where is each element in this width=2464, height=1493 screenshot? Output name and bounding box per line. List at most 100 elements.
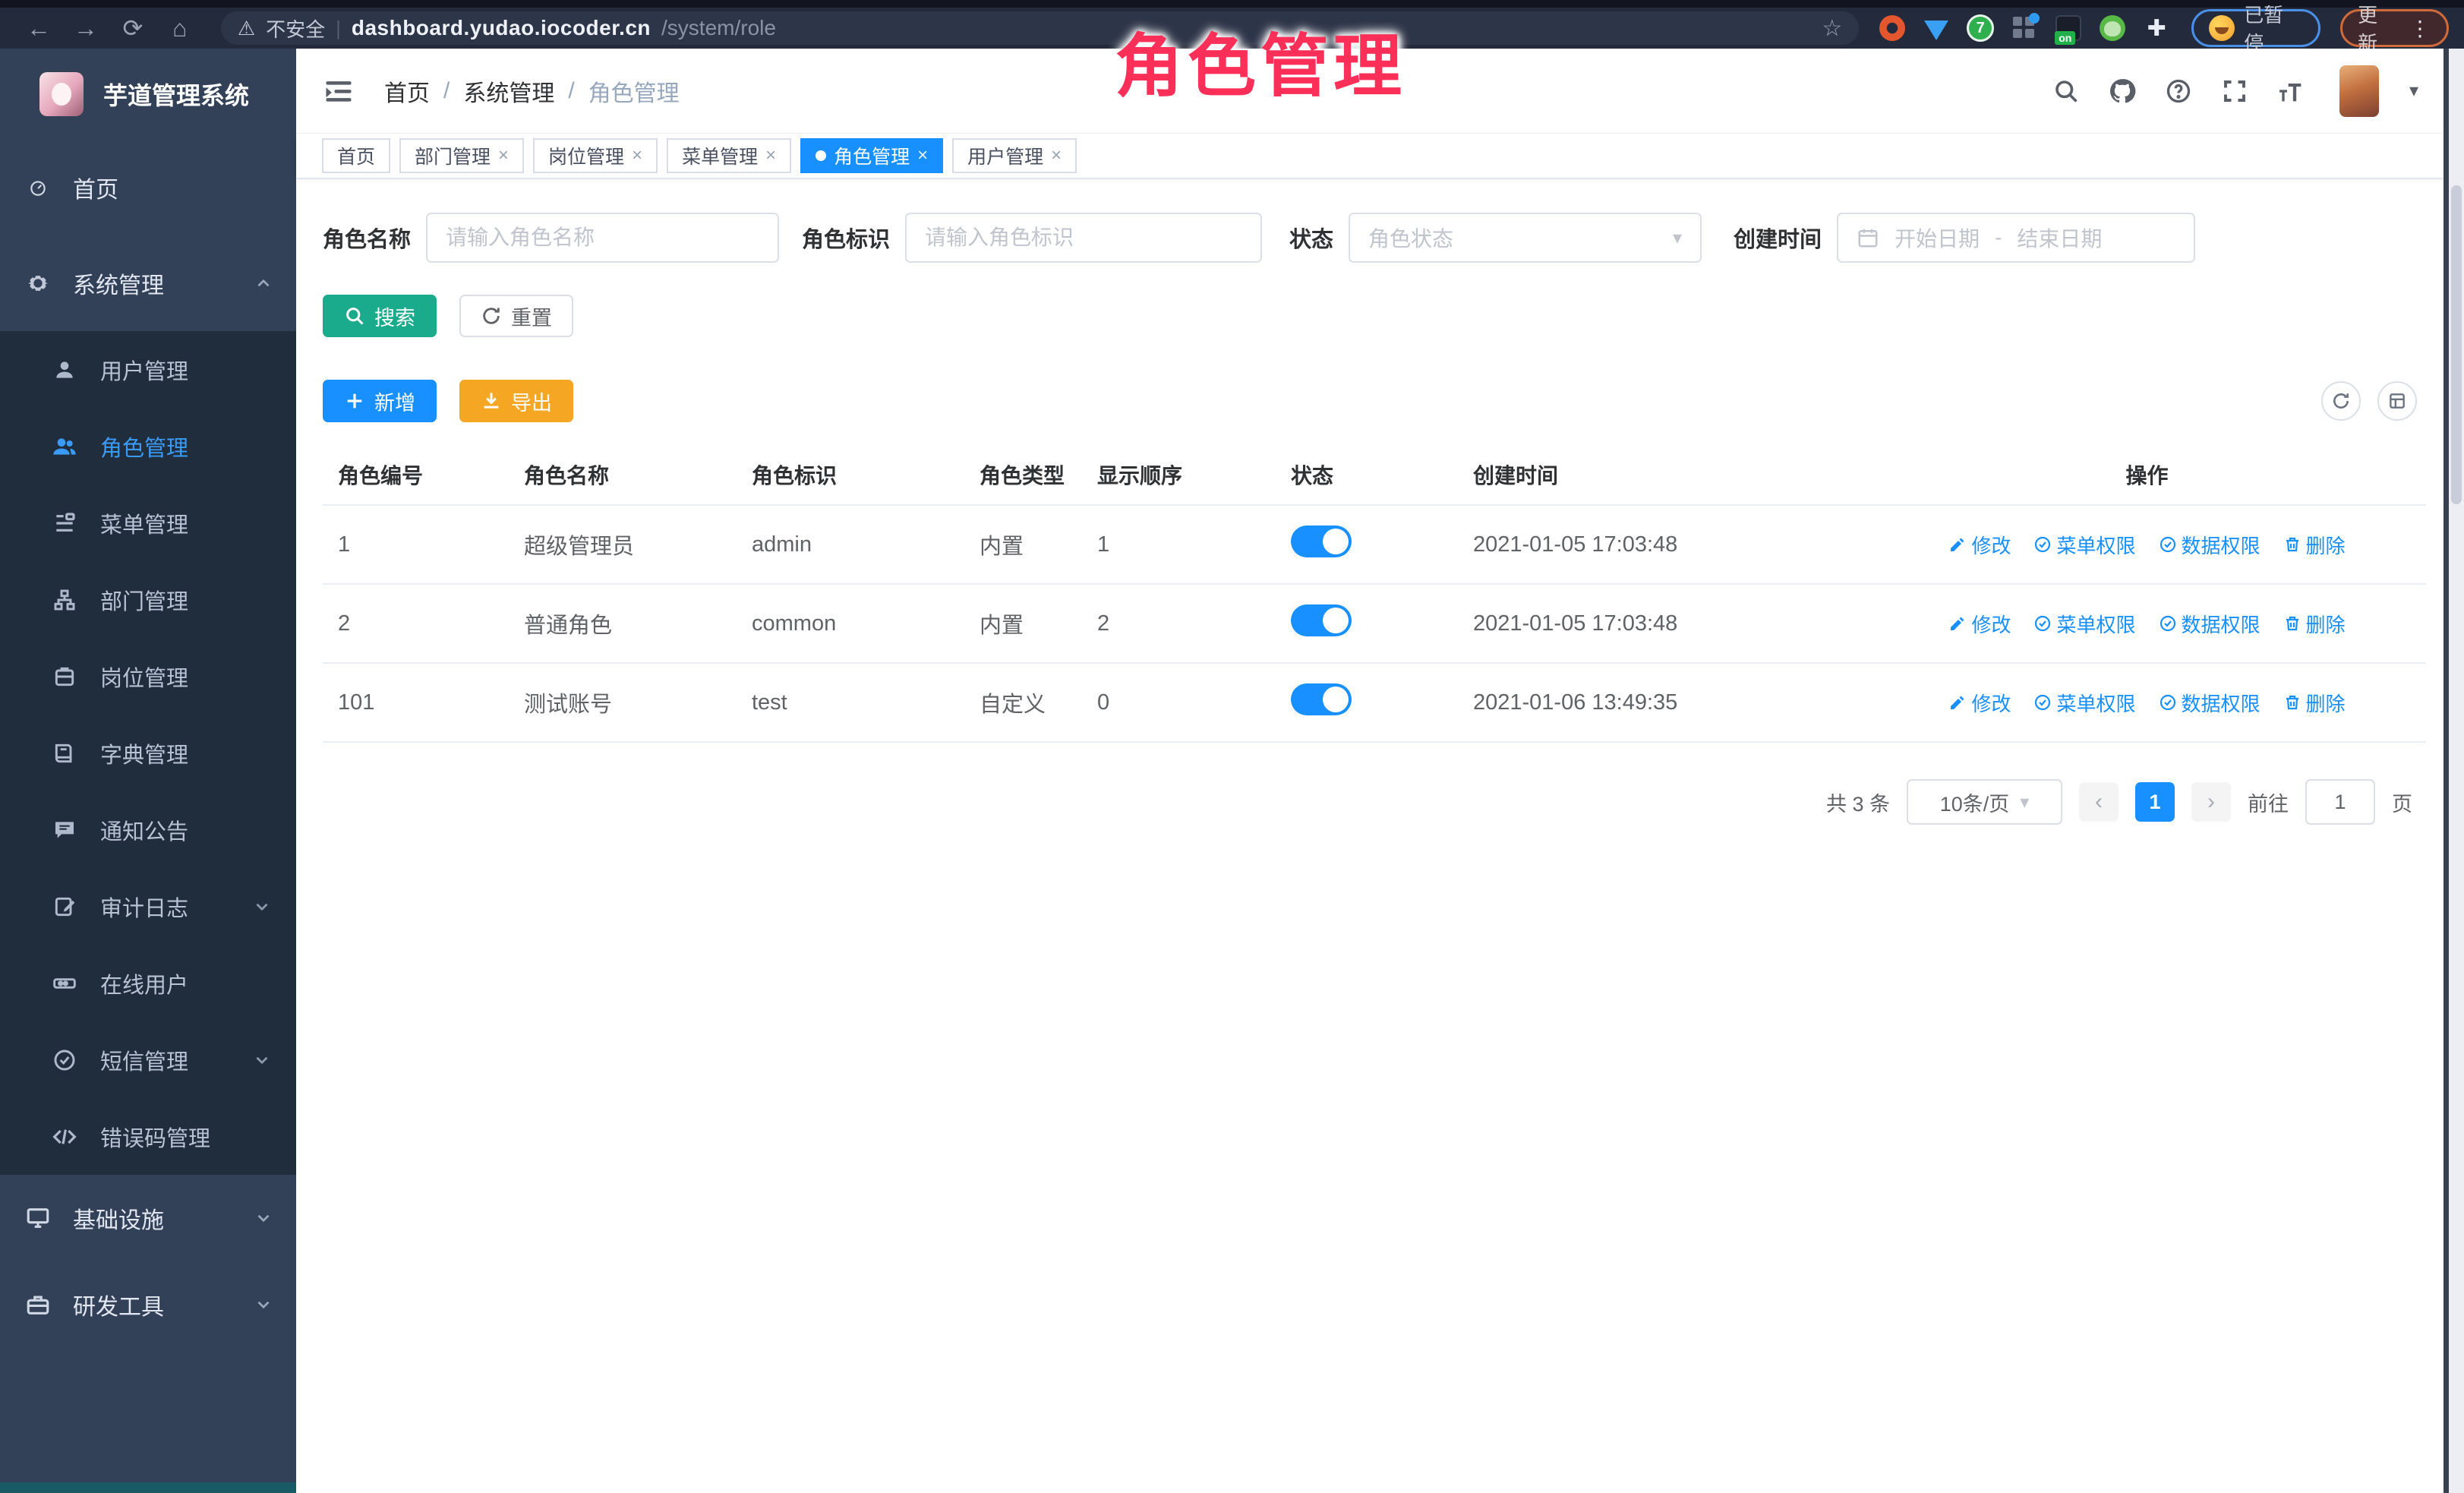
extensions-puzzle-icon[interactable]: ✚ bbox=[2141, 13, 2172, 43]
total-count: 共 3 条 bbox=[1826, 788, 1890, 817]
data-permission-link[interactable]: 数据权限 bbox=[2159, 689, 2261, 717]
back-icon[interactable]: ← bbox=[19, 11, 58, 45]
role-key-field[interactable] bbox=[925, 226, 1242, 250]
tag-dept[interactable]: 部门管理× bbox=[399, 138, 524, 173]
role-name-input[interactable] bbox=[426, 213, 779, 263]
role-name: 测试账号 bbox=[509, 687, 737, 718]
window-edge bbox=[2443, 49, 2449, 1493]
prev-page-button[interactable]: ‹ bbox=[2079, 782, 2119, 822]
role-key-input[interactable] bbox=[905, 213, 1262, 263]
edit-link[interactable]: 修改 bbox=[1948, 531, 2011, 559]
sidebar-item-system[interactable]: 系统管理 bbox=[0, 235, 296, 331]
extension-monkey-icon[interactable] bbox=[2097, 13, 2128, 43]
status-toggle[interactable] bbox=[1291, 683, 1352, 715]
close-icon[interactable]: × bbox=[917, 145, 928, 166]
delete-link[interactable]: 删除 bbox=[2283, 689, 2346, 717]
fullscreen-icon[interactable] bbox=[2219, 76, 2250, 106]
forward-icon[interactable]: → bbox=[66, 11, 106, 45]
role-name-field[interactable] bbox=[446, 226, 759, 250]
main-area: 首页 / 系统管理 / 角色管理 ▾ 首页 部门管理× 岗位管理× 菜单管理× … bbox=[296, 49, 2449, 1493]
search-button[interactable]: 搜索 bbox=[323, 295, 437, 337]
goto-label: 前往 bbox=[2248, 788, 2289, 817]
extension-dark-icon[interactable]: on bbox=[2053, 13, 2084, 43]
tag-user[interactable]: 用户管理× bbox=[952, 138, 1077, 173]
export-button[interactable]: 导出 bbox=[459, 380, 573, 422]
sidebar-item-user-mgmt[interactable]: 用户管理 bbox=[0, 331, 296, 408]
font-size-icon[interactable] bbox=[2276, 76, 2306, 106]
sidebar-item-online-users[interactable]: 在线用户 bbox=[0, 945, 296, 1021]
reset-button[interactable]: 重置 bbox=[459, 295, 573, 337]
menu-permission-link[interactable]: 菜单权限 bbox=[2033, 531, 2135, 559]
current-page-button[interactable]: 1 bbox=[2135, 782, 2175, 822]
refresh-table-button[interactable] bbox=[2321, 381, 2361, 421]
sidebar-item-error-code[interactable]: 错误码管理 bbox=[0, 1098, 296, 1175]
add-button[interactable]: 新增 bbox=[323, 380, 437, 422]
sidebar-item-menu-mgmt[interactable]: 菜单管理 bbox=[0, 485, 296, 561]
tag-post[interactable]: 岗位管理× bbox=[533, 138, 658, 173]
avatar-caret-icon[interactable]: ▾ bbox=[2409, 80, 2418, 102]
app-logo-row[interactable]: 芋道管理系统 bbox=[0, 49, 296, 140]
extension-grid-icon[interactable] bbox=[2009, 13, 2040, 43]
home-icon[interactable]: ⌂ bbox=[160, 11, 200, 45]
sidebar-item-infrastructure[interactable]: 基础设施 bbox=[0, 1175, 296, 1261]
extension-gem-icon[interactable] bbox=[1921, 13, 1951, 43]
sidebar-item-audit-log[interactable]: 审计日志 bbox=[0, 868, 296, 945]
search-icon[interactable] bbox=[2051, 76, 2081, 106]
close-icon[interactable]: × bbox=[632, 145, 642, 166]
page-size-select[interactable]: 10条/页 ▾ bbox=[1907, 779, 2062, 825]
sidebar-item-role-mgmt[interactable]: 角色管理 bbox=[0, 408, 296, 485]
date-range-picker[interactable]: 开始日期 - 结束日期 bbox=[1837, 213, 2195, 263]
menu-permission-link[interactable]: 菜单权限 bbox=[2033, 610, 2135, 638]
close-icon[interactable]: × bbox=[765, 145, 776, 166]
end-date-placeholder[interactable]: 结束日期 bbox=[2017, 223, 2102, 253]
sidebar-item-dict-mgmt[interactable]: 字典管理 bbox=[0, 715, 296, 791]
goto-page-input[interactable] bbox=[2305, 779, 2375, 825]
github-icon[interactable] bbox=[2107, 76, 2137, 106]
status-select[interactable]: 角色状态 ▾ bbox=[1349, 213, 1702, 263]
topbar-actions: ▾ bbox=[2051, 65, 2418, 117]
sidebar-item-dept-mgmt[interactable]: 部门管理 bbox=[0, 561, 296, 638]
tag-menu[interactable]: 菜单管理× bbox=[667, 138, 791, 173]
extension-orange-icon[interactable] bbox=[1877, 13, 1907, 43]
edit-link[interactable]: 修改 bbox=[1948, 689, 2011, 717]
menu-permission-link[interactable]: 菜单权限 bbox=[2033, 689, 2135, 717]
column-settings-button[interactable] bbox=[2377, 381, 2417, 421]
help-icon[interactable] bbox=[2163, 76, 2194, 106]
refresh-icon[interactable]: ⟳ bbox=[113, 11, 153, 45]
start-date-placeholder[interactable]: 开始日期 bbox=[1895, 223, 1980, 253]
sidebar-item-notice[interactable]: 通知公告 bbox=[0, 791, 296, 868]
status-toggle[interactable] bbox=[1291, 526, 1352, 557]
data-permission-link[interactable]: 数据权限 bbox=[2159, 531, 2261, 559]
user-icon bbox=[50, 358, 79, 382]
sidebar-item-home[interactable]: 首页 bbox=[0, 140, 296, 235]
org-tree-icon bbox=[50, 588, 79, 612]
edit-link[interactable]: 修改 bbox=[1948, 610, 2011, 638]
data-permission-link[interactable]: 数据权限 bbox=[2159, 610, 2261, 638]
extension-adguard-icon[interactable]: 7 bbox=[1965, 13, 1995, 43]
bookmark-star-icon[interactable]: ☆ bbox=[1822, 15, 1842, 42]
sidebar-item-sms-mgmt[interactable]: 短信管理 bbox=[0, 1021, 296, 1098]
scrollbar-track[interactable] bbox=[2449, 49, 2464, 1493]
user-avatar[interactable] bbox=[2339, 65, 2379, 117]
status-toggle[interactable] bbox=[1291, 604, 1352, 636]
kebab-menu-icon[interactable]: ⋮ bbox=[2409, 16, 2431, 41]
paused-profile-chip[interactable]: 已暂停 bbox=[2191, 9, 2320, 47]
sidebar-item-dev-tools[interactable]: 研发工具 bbox=[0, 1261, 296, 1348]
sidebar-item-post-mgmt[interactable]: 岗位管理 bbox=[0, 638, 296, 715]
hamburger-icon[interactable] bbox=[322, 74, 355, 108]
delete-link[interactable]: 删除 bbox=[2283, 531, 2346, 559]
chrome-update-button[interactable]: 更新 ⋮ bbox=[2340, 9, 2449, 47]
delete-link[interactable]: 删除 bbox=[2283, 610, 2346, 638]
role-name-label: 角色名称 bbox=[323, 222, 411, 254]
address-bar[interactable]: ⚠ 不安全 | dashboard.yudao.iocoder.cn/syste… bbox=[221, 11, 1859, 45]
close-icon[interactable]: × bbox=[498, 145, 509, 166]
close-icon[interactable]: × bbox=[1051, 145, 1062, 166]
chevron-down-icon: ▾ bbox=[1673, 227, 1682, 249]
next-page-button[interactable]: › bbox=[2191, 782, 2231, 822]
scrollbar-thumb[interactable] bbox=[2451, 185, 2462, 504]
breadcrumb-system[interactable]: 系统管理 bbox=[463, 74, 554, 108]
breadcrumb-home[interactable]: 首页 bbox=[384, 74, 430, 108]
tag-home[interactable]: 首页 bbox=[322, 138, 390, 173]
created-time: 2021-01-06 13:49:35 bbox=[1458, 690, 1853, 715]
tag-role-active[interactable]: 角色管理× bbox=[800, 138, 943, 173]
